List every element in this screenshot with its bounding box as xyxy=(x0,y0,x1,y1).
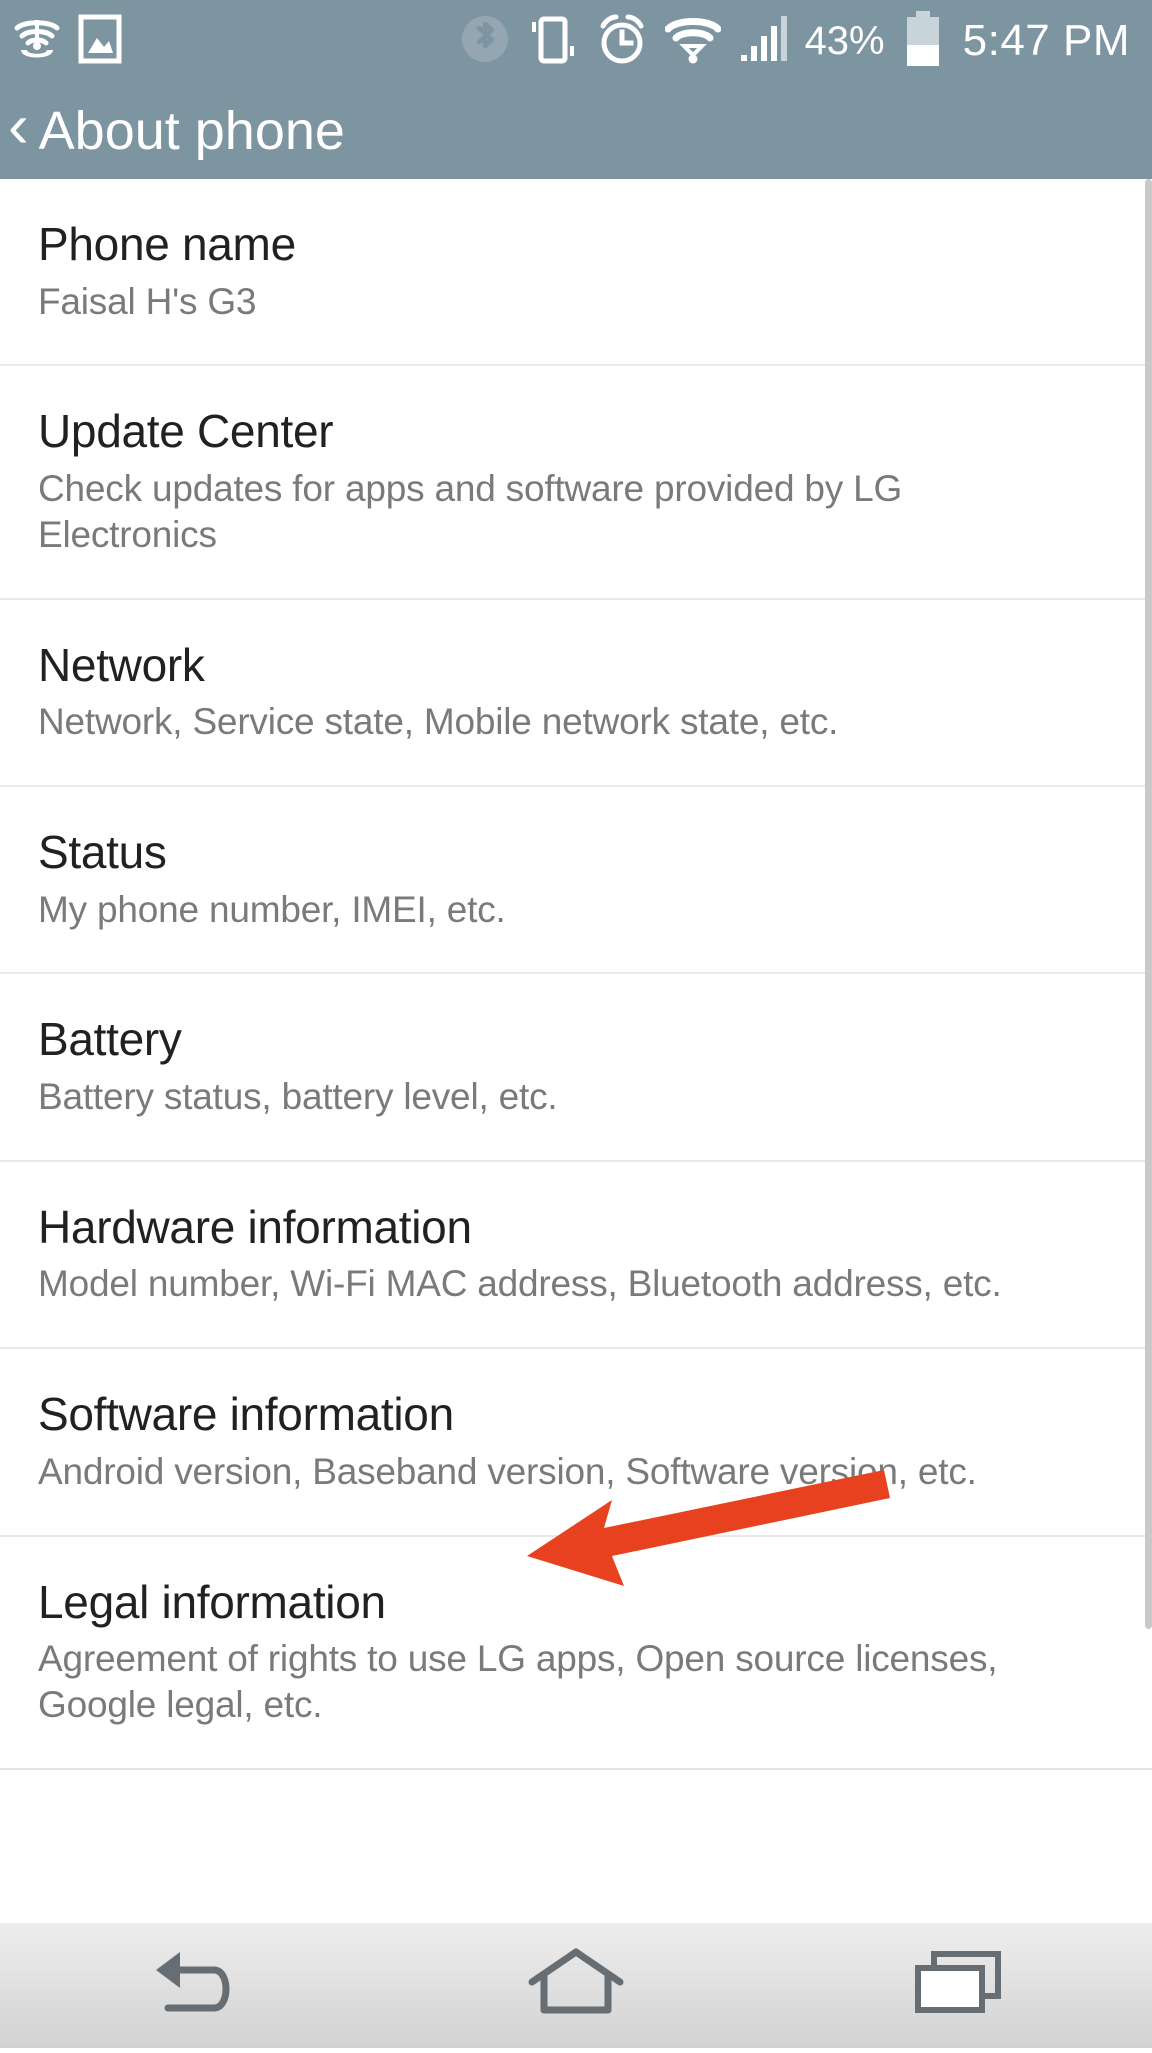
list-item-subtitle: My phone number, IMEI, etc. xyxy=(38,888,506,930)
screenshot-image-icon xyxy=(78,13,122,70)
list-item-network[interactable]: Network Network, Service state, Mobile n… xyxy=(0,599,1152,788)
system-nav-bar[interactable] xyxy=(0,1923,1152,2048)
battery-icon xyxy=(903,10,943,73)
list-item-subtitle: Android version, Baseband version, Softw… xyxy=(38,1450,977,1492)
recent-apps-icon xyxy=(910,1948,1010,2023)
list-item-status[interactable]: Status My phone number, IMEI, etc. xyxy=(0,787,1152,975)
home-button[interactable] xyxy=(476,1948,676,2023)
scrollbar-thumb[interactable] xyxy=(1145,179,1152,1629)
recents-button[interactable] xyxy=(860,1948,1060,2023)
list-item-title: Status xyxy=(38,826,167,879)
list-item-subtitle: Check updates for apps and software prov… xyxy=(38,467,903,555)
status-bar[interactable]: 43% 5:47 PM xyxy=(0,0,1152,82)
back-button[interactable] xyxy=(92,1948,292,2023)
alarm-icon xyxy=(595,12,649,71)
list-item-hardware-information[interactable]: Hardware information Model number, Wi-Fi… xyxy=(0,1161,1152,1350)
home-icon xyxy=(524,1948,628,2023)
list-item-battery[interactable]: Battery Battery status, battery level, e… xyxy=(0,974,1152,1162)
back-arrow-icon xyxy=(138,1948,246,2023)
cellular-signal-icon xyxy=(737,13,789,70)
list-item-title: Battery xyxy=(38,1013,182,1066)
back-chevron-icon[interactable]: ‹ xyxy=(8,95,29,158)
clock-label: 5:47 PM xyxy=(962,16,1130,65)
page-title: About phone xyxy=(38,100,345,161)
list-item-title: Hardware information xyxy=(38,1200,472,1253)
list-item-title: Software information xyxy=(38,1388,454,1441)
bluetooth-icon xyxy=(459,13,511,70)
about-phone-list[interactable]: Phone name Faisal H's G3 Update Center C… xyxy=(0,179,1152,1923)
app-title-bar: ‹ About phone xyxy=(0,82,1152,179)
list-item-subtitle: Network, Service state, Mobile network s… xyxy=(38,701,839,743)
list-item-subtitle: Model number, Wi-Fi MAC address, Bluetoo… xyxy=(38,1263,1002,1305)
status-bar-left-icons xyxy=(0,13,122,70)
list-item-phone-name[interactable]: Phone name Faisal H's G3 xyxy=(0,179,1152,367)
vibrate-icon xyxy=(527,12,579,71)
list-scrollbar[interactable] xyxy=(1145,179,1152,1923)
list-item-software-information[interactable]: Software information Android version, Ba… xyxy=(0,1349,1152,1537)
list-item-title: Phone name xyxy=(38,218,296,270)
list-item-title: Network xyxy=(38,638,205,691)
wifi-icon xyxy=(664,14,722,69)
wifi-calling-icon xyxy=(14,15,60,68)
list-item-subtitle: Faisal H's G3 xyxy=(38,280,257,322)
list-item-legal-information[interactable]: Legal information Agreement of rights to… xyxy=(0,1536,1152,1770)
list-item-title: Legal information xyxy=(38,1575,386,1628)
status-bar-right-icons: 43% 5:47 PM xyxy=(459,10,1152,73)
battery-percent-label: 43% xyxy=(804,19,885,63)
list-item-title: Update Center xyxy=(38,405,334,458)
list-item-subtitle: Agreement of rights to use LG apps, Open… xyxy=(38,1638,998,1725)
list-item-subtitle: Battery status, battery level, etc. xyxy=(38,1075,558,1117)
list-item-update-center[interactable]: Update Center Check updates for apps and… xyxy=(0,366,1152,600)
